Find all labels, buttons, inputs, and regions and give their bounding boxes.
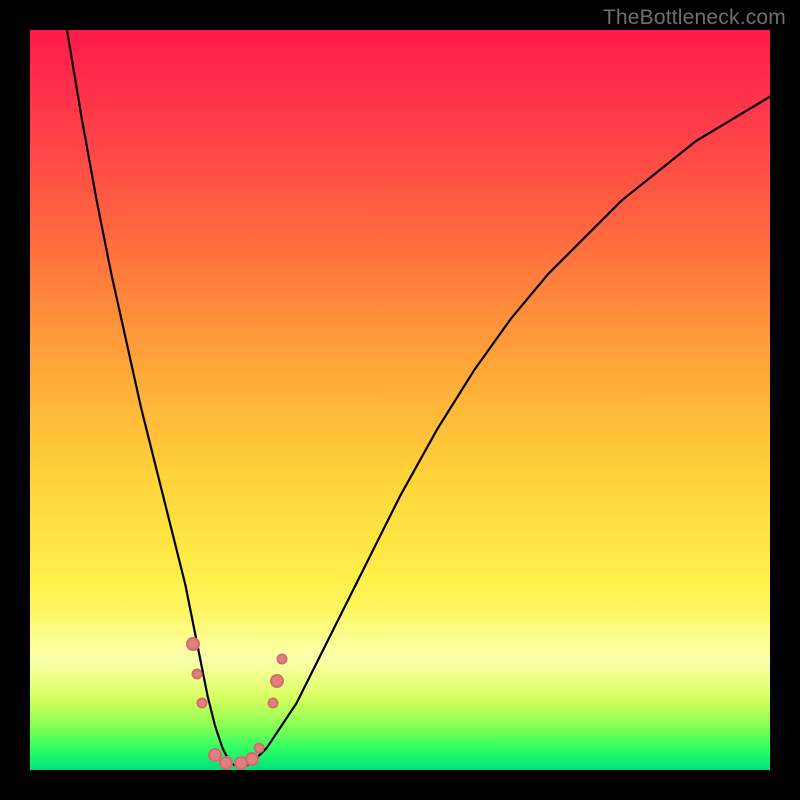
chart-frame: TheBottleneck.com: [0, 0, 800, 800]
haze-band: [30, 610, 770, 700]
marker-dot: [219, 756, 233, 770]
plot-area: [30, 30, 770, 770]
marker-dot: [245, 752, 259, 766]
marker-dot: [208, 748, 222, 762]
marker-dot: [234, 756, 248, 770]
marker-dot: [254, 742, 265, 753]
watermark-text: TheBottleneck.com: [603, 6, 786, 30]
